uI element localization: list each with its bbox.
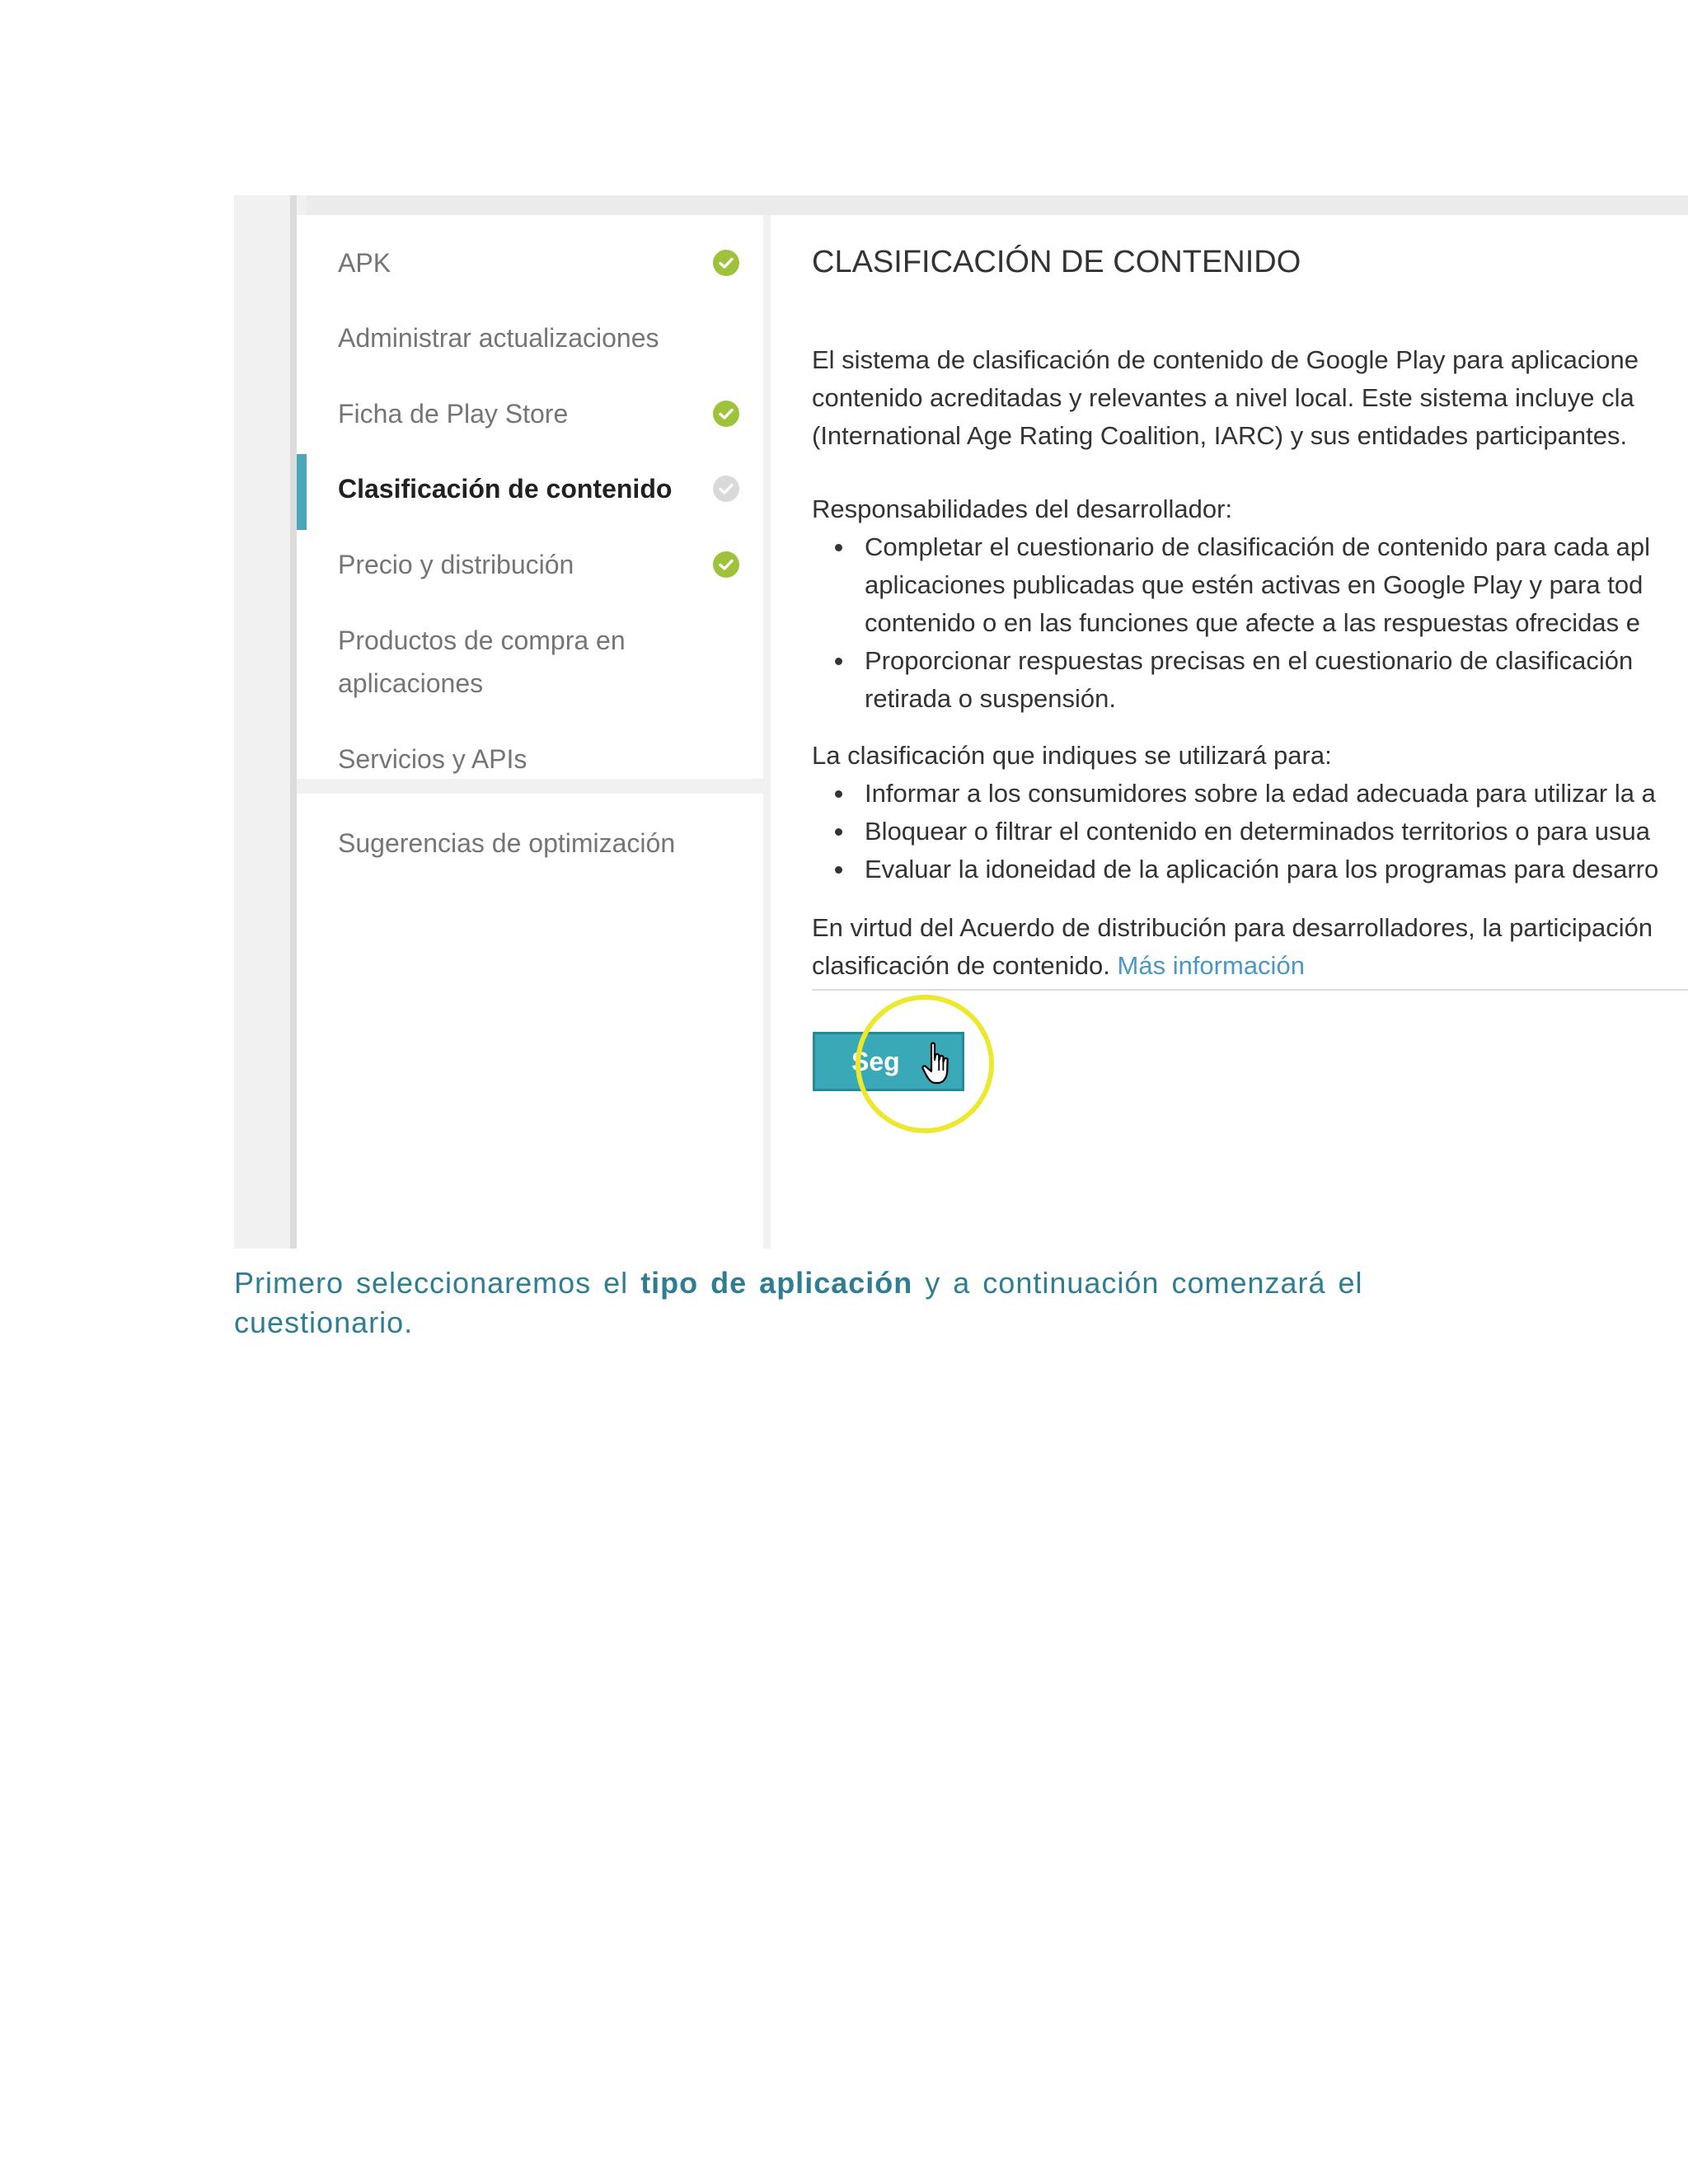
check-circle-icon	[713, 401, 739, 427]
intro-paragraph: El sistema de clasificación de contenido…	[812, 341, 1688, 455]
list-item-line: retirada o suspensión.	[865, 684, 1117, 713]
intro-line: (International Age Rating Coalition, IAR…	[812, 421, 1628, 450]
sidebar-item-label: Ficha de Play Store	[338, 399, 569, 429]
more-info-link[interactable]: Más información	[1118, 951, 1305, 980]
caption-part1: Primero seleccionaremos el	[234, 1266, 629, 1300]
left-rail	[290, 195, 297, 1249]
screenshot-panel: APK Administrar actualizaciones Ficha de…	[234, 195, 1688, 1249]
list-item-line: Proporcionar respuestas precisas en el c…	[865, 646, 1634, 675]
caption-text: Primero seleccionaremos el tipo de aplic…	[234, 1263, 1470, 1343]
check-circle-grey-icon	[713, 476, 739, 502]
page-title: CLASIFICACIÓN DE CONTENIDO	[812, 245, 1301, 279]
agreement-line-2: clasificación de contenido. Más informac…	[812, 947, 1688, 985]
list-item-line: contenido o en las funciones que afecte …	[865, 608, 1640, 637]
agreement-text: clasificación de contenido.	[812, 951, 1110, 980]
intro-line: El sistema de clasificación de contenido…	[812, 345, 1639, 374]
list-item-line: aplicaciones publicadas que estén activa…	[865, 570, 1643, 599]
list-item: Bloquear o filtrar el contenido en deter…	[812, 813, 1688, 851]
sidebar-item-label: APK	[338, 248, 392, 278]
usage-list: Informar a los consumidores sobre la eda…	[812, 775, 1688, 888]
top-band	[307, 195, 1688, 215]
sidebar-item-label: Precio y distribución	[338, 550, 574, 579]
sidebar-item-label: Productos de compra en	[338, 626, 626, 655]
content-panel: CLASIFICACIÓN DE CONTENIDO El sistema de…	[771, 215, 1688, 1249]
agreement-line: En virtud del Acuerdo de distribución pa…	[812, 913, 1653, 942]
list-item: Evaluar la idoneidad de la aplicación pa…	[812, 851, 1688, 888]
divider	[812, 989, 1688, 991]
sidebar-item-label-line2: aplicaciones	[338, 668, 484, 698]
agreement-paragraph: En virtud del Acuerdo de distribución pa…	[812, 909, 1688, 985]
check-circle-icon	[713, 250, 739, 276]
responsibilities-list: Completar el cuestionario de clasificaci…	[812, 528, 1688, 718]
sidebar-item-label: Sugerencias de optimización	[338, 828, 676, 858]
sidebar-item-label: Administrar actualizaciones	[338, 323, 659, 353]
responsibilities-heading: Responsabilidades del desarrollador:	[812, 494, 1233, 523]
list-item-line: Completar el cuestionario de clasificaci…	[865, 532, 1650, 561]
usage-heading: La clasificación que indiques se utiliza…	[812, 741, 1332, 770]
caption-bold: tipo de aplicación	[640, 1266, 913, 1300]
intro-line: contenido acreditadas y relevantes a niv…	[812, 383, 1634, 412]
sidebar-item-in-app-products[interactable]: Productos de compra en aplicaciones	[297, 619, 763, 705]
hand-pointer-icon	[921, 1042, 949, 1085]
sidebar-item-label: Clasificación de contenido	[338, 474, 673, 504]
sidebar-secondary: Sugerencias de optimización	[297, 794, 763, 1249]
list-item: Proporcionar respuestas precisas en el c…	[812, 642, 1688, 718]
list-item: Completar el cuestionario de clasificaci…	[812, 528, 1688, 642]
list-item: Informar a los consumidores sobre la eda…	[812, 775, 1688, 813]
active-indicator	[297, 454, 307, 530]
sidebar-nav: APK Administrar actualizaciones Ficha de…	[297, 215, 763, 779]
check-circle-icon	[713, 551, 739, 578]
sidebar-item-label: Servicios y APIs	[338, 744, 528, 774]
